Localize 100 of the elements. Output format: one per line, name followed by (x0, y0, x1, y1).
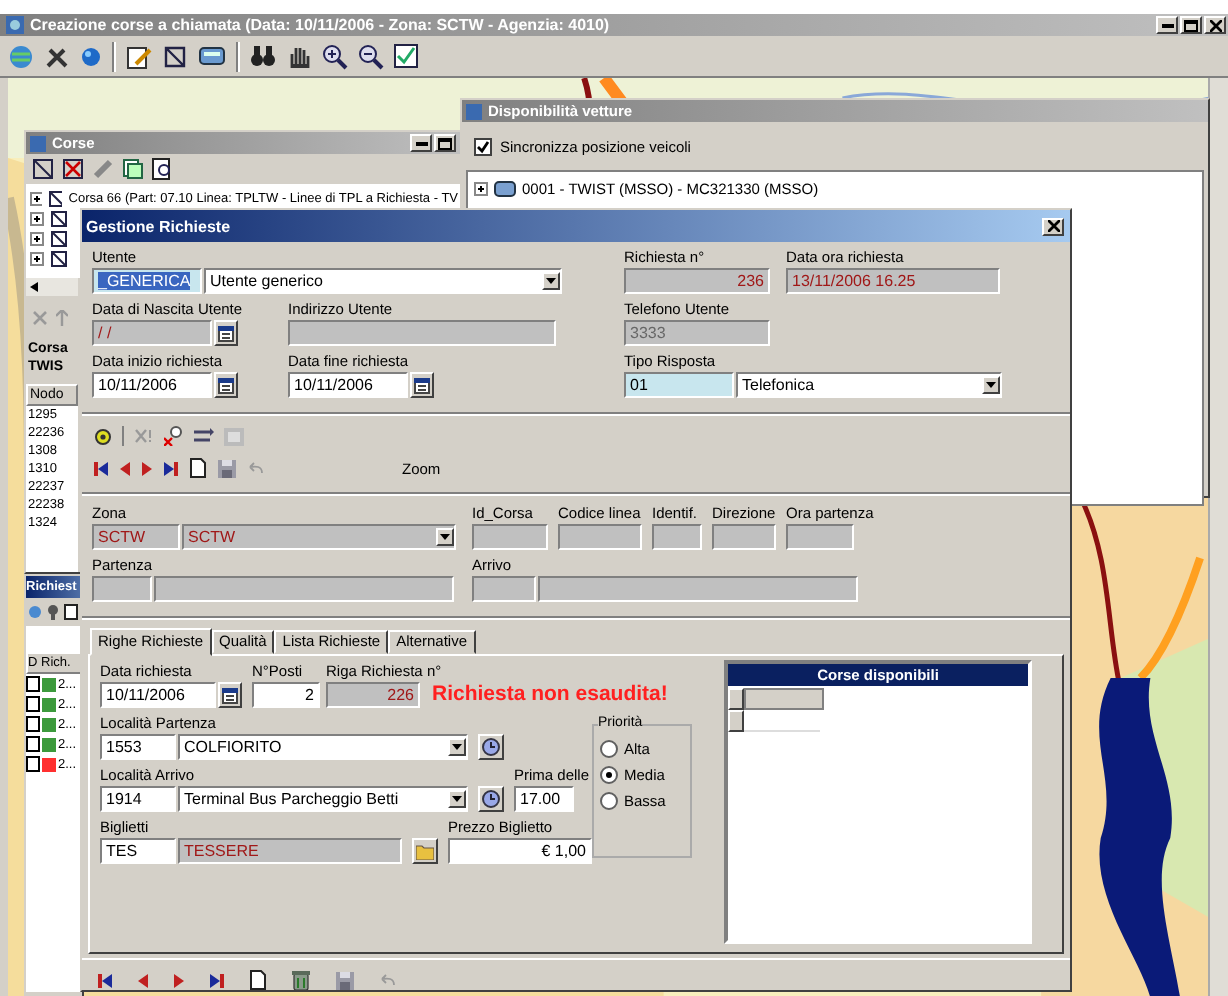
seats-field[interactable]: 2 (252, 682, 320, 708)
clock-button[interactable] (478, 734, 504, 760)
input-field[interactable] (786, 524, 854, 550)
app-icon (6, 16, 24, 34)
next-record-icon[interactable] (142, 461, 152, 475)
edit-icon[interactable] (126, 43, 152, 69)
copy-icon[interactable] (122, 158, 144, 180)
clock-button[interactable] (478, 786, 504, 812)
globe-icon[interactable] (80, 45, 102, 67)
date-field[interactable]: 10/11/2006 (100, 682, 216, 708)
first-record-icon[interactable] (98, 973, 112, 987)
save-icon[interactable] (336, 971, 354, 989)
preview-icon[interactable] (64, 604, 78, 620)
code-field[interactable]: 1914 (100, 786, 176, 812)
name-field[interactable] (538, 576, 858, 602)
user-remove-icon[interactable] (164, 426, 184, 446)
code-field[interactable]: 01 (624, 372, 734, 398)
dropdown-arrow-icon (452, 744, 462, 750)
expand-icon[interactable] (30, 251, 44, 265)
code-field[interactable]: TES (100, 838, 176, 864)
new-document-icon[interactable] (190, 458, 206, 478)
code-field[interactable] (472, 576, 536, 602)
name-field[interactable] (154, 576, 454, 602)
dropdown-arrow-icon (440, 534, 450, 540)
maximize-button[interactable] (1180, 16, 1202, 34)
dropdown[interactable]: COLFIORITO (178, 734, 468, 760)
radio-button[interactable] (600, 766, 618, 784)
row-header[interactable] (728, 688, 744, 710)
input-field[interactable] (558, 524, 642, 550)
scrollbar[interactable] (1208, 78, 1228, 996)
calendar-button[interactable] (218, 682, 242, 708)
window-title: Creazione corse a chiamata (Data: 10/11/2006 - Zona: SCTW - Agenzia: 4010) (30, 16, 612, 34)
club-icon[interactable] (46, 604, 60, 620)
last-record-icon[interactable] (210, 973, 224, 987)
expand-icon[interactable] (30, 191, 42, 205)
clock-icon (482, 738, 500, 756)
checkbox[interactable] (26, 716, 40, 732)
calendar-button[interactable] (214, 372, 238, 398)
table-cell (744, 688, 824, 710)
next-record-icon[interactable] (174, 973, 184, 987)
dropdown-arrow-icon (546, 278, 556, 284)
date-field[interactable]: / / (92, 320, 212, 346)
dropdown[interactable]: Utente generico (204, 268, 562, 294)
calendar-icon (218, 325, 234, 341)
dropdown[interactable]: Terminal Bus Parcheggio Betti (178, 786, 468, 812)
expand-icon[interactable] (30, 231, 44, 245)
dropdown-arrow-icon (986, 382, 996, 388)
input-field[interactable] (712, 524, 776, 550)
dropdown[interactable]: Telefonica (736, 372, 1002, 398)
number-field: 226 (326, 682, 420, 708)
binoculars-icon[interactable] (250, 44, 276, 68)
route-icon[interactable] (162, 43, 188, 69)
previous-record-icon[interactable] (120, 461, 130, 475)
price-field[interactable]: € 1,00 (448, 838, 592, 864)
checkbox[interactable] (26, 756, 40, 772)
checkbox[interactable] (26, 696, 40, 712)
date-field[interactable]: 10/11/2006 (288, 372, 408, 398)
radio-button[interactable] (600, 792, 618, 810)
first-record-icon[interactable] (94, 461, 108, 475)
time-field[interactable]: 17.00 (514, 786, 574, 812)
last-record-icon[interactable] (164, 461, 178, 475)
minimize-button[interactable] (1156, 16, 1178, 34)
expand-icon[interactable] (474, 181, 488, 195)
checkbox[interactable] (26, 736, 40, 752)
checklist-icon[interactable] (394, 44, 418, 68)
close-button[interactable] (1042, 217, 1064, 235)
expand-icon[interactable] (30, 211, 44, 225)
previous-record-icon[interactable] (138, 973, 148, 987)
preview-icon[interactable] (152, 158, 174, 180)
row-header[interactable] (728, 710, 744, 732)
dropdown[interactable]: SCTW (182, 524, 456, 550)
transfer-icon[interactable] (194, 428, 214, 444)
close-icon (1209, 19, 1221, 31)
folder-button[interactable] (412, 838, 438, 864)
minimize-icon (1161, 23, 1173, 27)
close-button[interactable] (1204, 16, 1226, 34)
calendar-button[interactable] (410, 372, 434, 398)
checkbox[interactable] (474, 137, 492, 155)
code-field[interactable] (92, 576, 152, 602)
new-document-icon[interactable] (250, 970, 266, 990)
code-field[interactable]: 1553 (100, 734, 176, 760)
scrollbar[interactable] (26, 278, 78, 296)
calendar-button[interactable] (214, 320, 238, 346)
radio-button[interactable] (600, 740, 618, 758)
checkbox[interactable] (26, 676, 40, 692)
delete-route-icon[interactable] (62, 158, 84, 180)
code-field[interactable]: SCTW (92, 524, 180, 550)
dropdown-arrow-icon (452, 796, 462, 802)
calendar-icon (218, 377, 234, 393)
zoom-in-icon[interactable] (322, 43, 348, 69)
date-field[interactable]: 10/11/2006 (92, 372, 212, 398)
trash-icon[interactable] (292, 970, 310, 990)
input-field[interactable] (472, 524, 548, 550)
tool-icon[interactable] (94, 427, 112, 445)
bus-icon[interactable] (198, 44, 226, 68)
address-field[interactable] (288, 320, 556, 346)
route-icon[interactable] (32, 158, 54, 180)
input-field[interactable] (652, 524, 702, 550)
zoom-out-icon[interactable] (358, 43, 384, 69)
save-icon[interactable] (218, 459, 236, 477)
